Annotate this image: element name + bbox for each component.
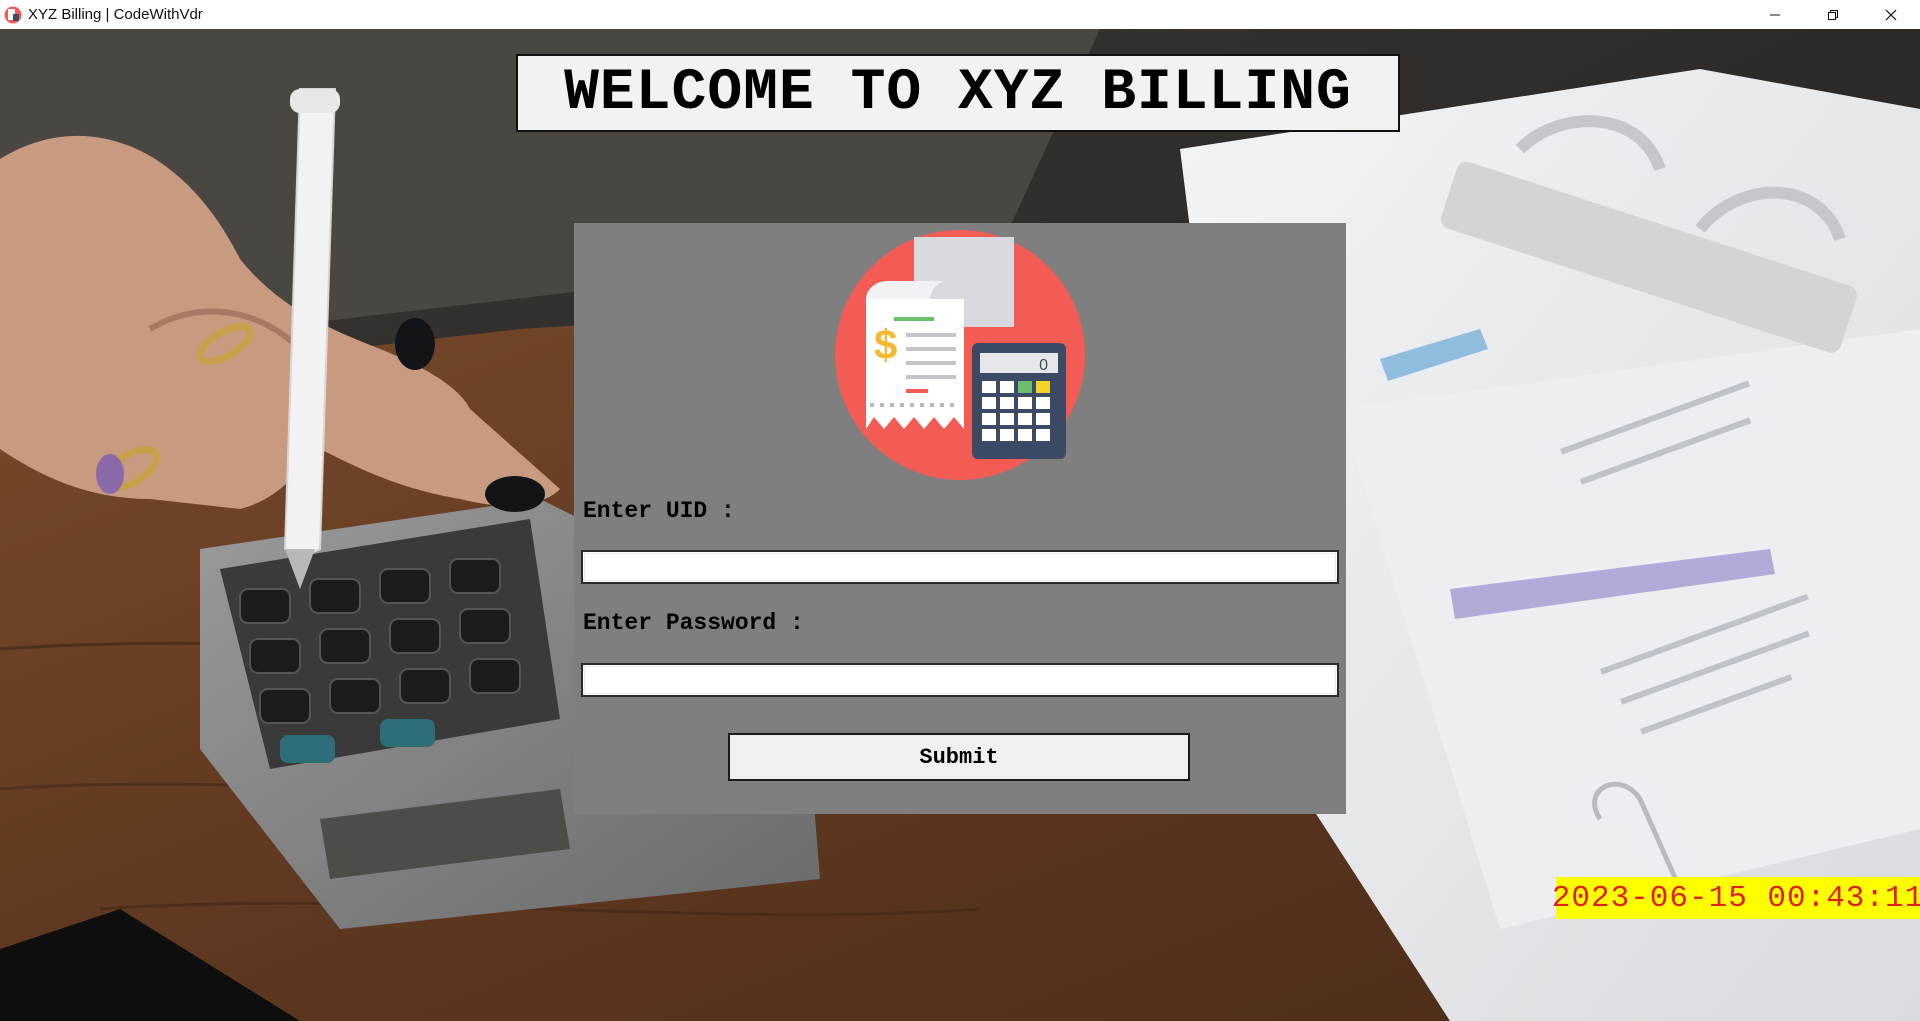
- window-title: XYZ Billing | CodeWithVdr: [28, 6, 203, 23]
- datetime-clock: 2023-06-15 00:43:11: [1552, 877, 1920, 919]
- login-panel: $ 0 Enter UID: Enter Password: Submit: [574, 223, 1346, 814]
- minimize-button[interactable]: [1746, 0, 1804, 29]
- close-icon: [1885, 9, 1897, 20]
- svg-text:$: $: [874, 321, 897, 368]
- close-button[interactable]: [1862, 0, 1920, 29]
- uid-label: Enter UID :: [583, 498, 735, 524]
- welcome-banner: WELCOME TO XYZ BILLING: [516, 54, 1400, 132]
- submit-button[interactable]: Submit: [728, 733, 1190, 781]
- restore-button[interactable]: [1804, 0, 1862, 29]
- app-window: XYZ Billing | CodeWithVdr WELCOME TO XYZ…: [0, 0, 1920, 1021]
- receipt-app-icon: [4, 6, 22, 23]
- password-input[interactable]: [581, 663, 1339, 697]
- password-label: Enter Password :: [583, 610, 804, 636]
- window-controls: [1746, 0, 1920, 29]
- title-bar: XYZ Billing | CodeWithVdr: [0, 0, 1920, 29]
- restore-icon: [1828, 9, 1838, 20]
- uid-input[interactable]: [581, 550, 1339, 584]
- calculator-display-value: 0: [1039, 357, 1048, 374]
- receipt-calculator-icon: $ 0: [835, 230, 1085, 480]
- minimize-icon: [1770, 14, 1780, 15]
